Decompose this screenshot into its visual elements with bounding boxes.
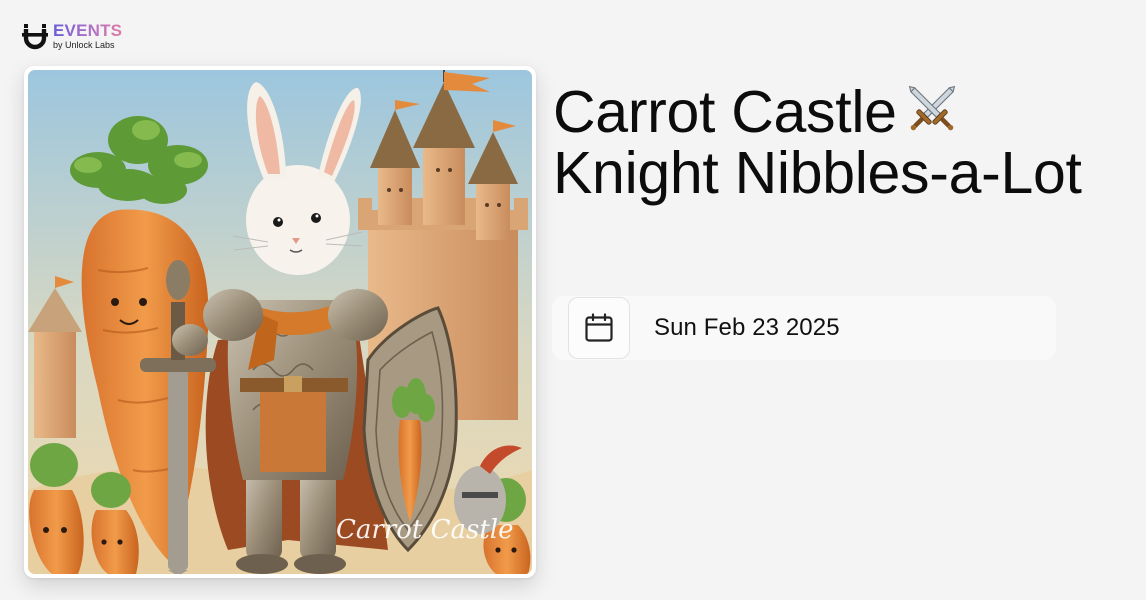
event-artwork-image: Carrot Castle: [28, 70, 532, 574]
calendar-icon: [585, 313, 613, 342]
calendar-icon-box: [568, 297, 630, 359]
event-image-card: Carrot Castle: [24, 66, 536, 578]
brand-logo[interactable]: EVENTS by Unlock Labs: [22, 21, 122, 51]
event-title-main: Carrot Castle: [553, 79, 897, 145]
crossed-swords-icon: [908, 85, 955, 131]
event-title: Carrot Castle Knight Nibbles-a-Lot: [553, 80, 1093, 204]
event-date-row: Sun Feb 23 2025: [552, 296, 1056, 360]
brand-events-label: EVENTS: [53, 21, 123, 40]
unlock-labs-logo-icon: [22, 24, 48, 50]
brand-byline: by Unlock Labs: [53, 40, 115, 50]
artwork-signature: Carrot Castle: [336, 515, 514, 545]
event-page: EVENTS by Unlock Labs Carrot Castle Carr…: [0, 0, 1146, 600]
event-title-rest: Knight Nibbles-a-Lot: [553, 140, 1082, 206]
event-date: Sun Feb 23 2025: [654, 314, 840, 341]
